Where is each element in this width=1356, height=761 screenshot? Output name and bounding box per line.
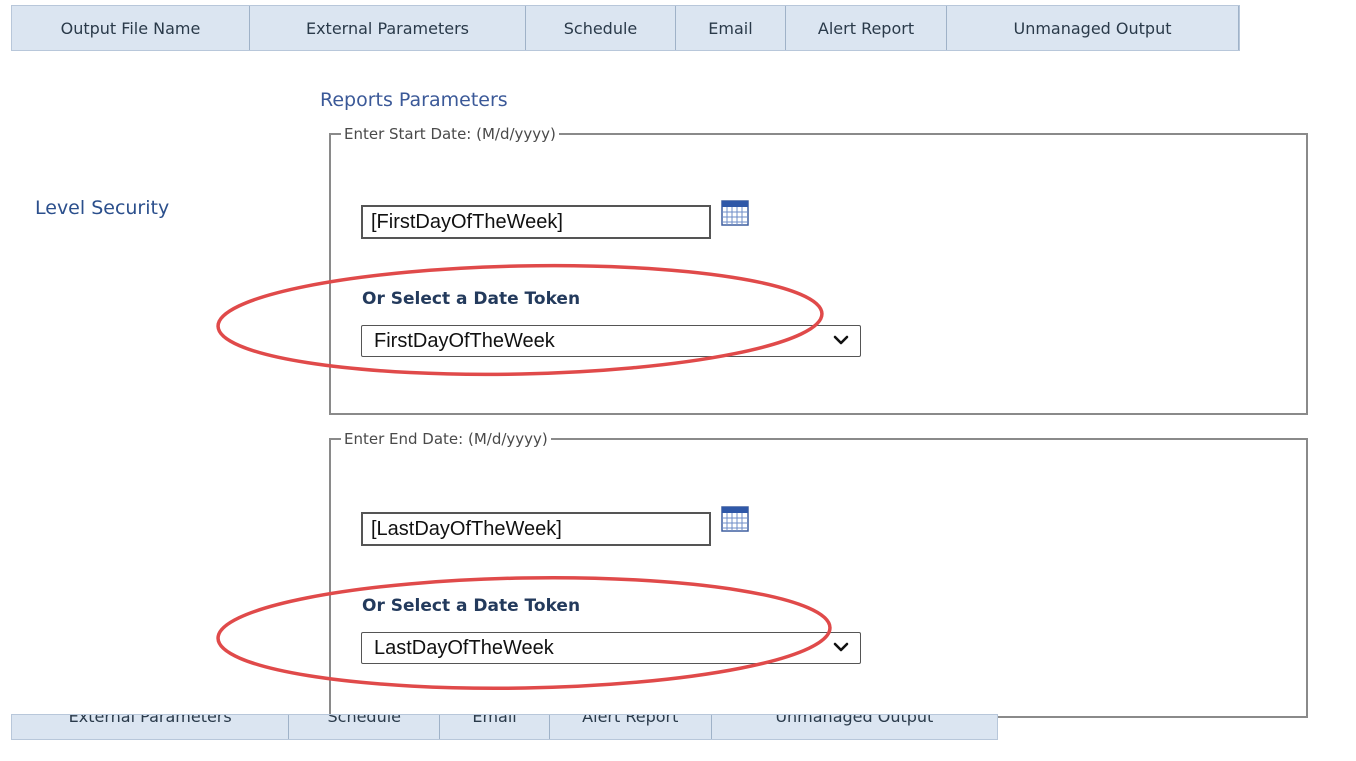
end-token-select[interactable]: LastDayOfTheWeek bbox=[361, 632, 861, 664]
tab-alert-report[interactable]: Alert Report bbox=[786, 6, 947, 50]
start-date-legend: Enter Start Date: (M/d/yyyy) bbox=[344, 125, 556, 143]
bottom-tab-bar: External Parameters Schedule Email Alert… bbox=[11, 714, 998, 740]
tab-output-file-name[interactable]: Output File Name bbox=[12, 6, 250, 50]
tab-email[interactable]: Email bbox=[440, 715, 550, 739]
end-token-label: Or Select a Date Token bbox=[362, 596, 581, 616]
tab-external-parameters[interactable]: External Parameters bbox=[12, 715, 290, 739]
page: Output File Name External Parameters Sch… bbox=[0, 0, 1356, 761]
chevron-down-icon bbox=[833, 642, 849, 652]
start-token-label: Or Select a Date Token bbox=[362, 289, 581, 309]
reports-parameters-title: Reports Parameters bbox=[320, 89, 508, 111]
tab-external-parameters[interactable]: External Parameters bbox=[250, 6, 526, 50]
tab-schedule[interactable]: Schedule bbox=[289, 715, 441, 739]
end-date-legend: Enter End Date: (M/d/yyyy) bbox=[344, 430, 548, 448]
start-token-selected-value: FirstDayOfTheWeek bbox=[374, 329, 555, 352]
level-security-label: Level Security bbox=[35, 197, 170, 219]
tab-unmanaged-output[interactable]: Unmanaged Output bbox=[947, 6, 1239, 50]
tab-unmanaged-output[interactable]: Unmanaged Output bbox=[712, 715, 997, 739]
start-date-fieldset: Enter Start Date: (M/d/yyyy) bbox=[329, 125, 1308, 415]
tab-schedule[interactable]: Schedule bbox=[526, 6, 676, 50]
top-tab-bar: Output File Name External Parameters Sch… bbox=[11, 5, 1240, 51]
start-date-input[interactable] bbox=[361, 205, 711, 239]
end-date-input[interactable] bbox=[361, 512, 711, 546]
tab-alert-report[interactable]: Alert Report bbox=[550, 715, 712, 739]
end-date-fieldset: Enter End Date: (M/d/yyyy) bbox=[329, 430, 1308, 718]
chevron-down-icon bbox=[833, 335, 849, 345]
tab-email[interactable]: Email bbox=[676, 6, 786, 50]
calendar-icon[interactable] bbox=[721, 506, 749, 532]
start-token-select[interactable]: FirstDayOfTheWeek bbox=[361, 325, 861, 357]
end-token-selected-value: LastDayOfTheWeek bbox=[374, 636, 554, 659]
calendar-icon[interactable] bbox=[721, 200, 749, 226]
